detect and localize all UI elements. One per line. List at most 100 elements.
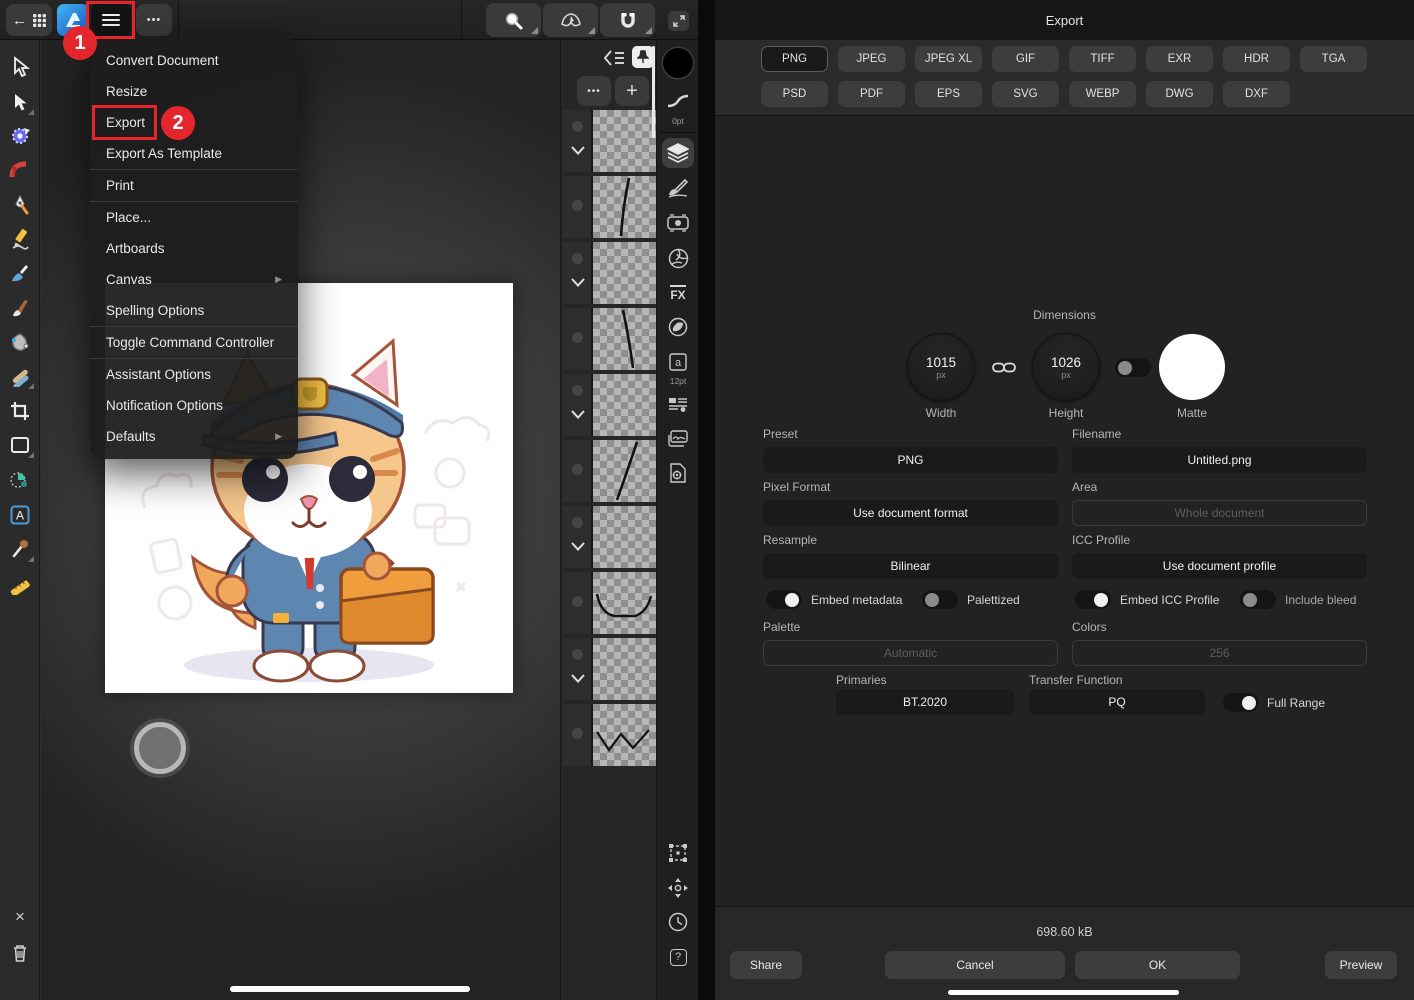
node-tool[interactable] [4,87,36,117]
fill-swatch[interactable] [663,48,693,78]
document-settings-tab[interactable] [662,458,694,488]
layer-row-group[interactable] [563,110,656,172]
chevron-down-icon[interactable] [571,278,585,287]
vector-brush-tool[interactable] [4,258,36,288]
layer-thumbnail[interactable] [593,308,656,370]
resample-select[interactable]: Bilinear [763,553,1058,579]
share-button[interactable]: Share [730,951,802,979]
primaries-select[interactable]: BT.2020 [836,689,1014,715]
paragraph-tab[interactable] [662,390,694,420]
menu-item-spelling-options[interactable]: Spelling Options [90,295,298,326]
navigator-button[interactable] [662,873,694,903]
mask-tab[interactable] [662,312,694,342]
more-commands-button[interactable]: ••• [136,4,172,36]
layer-thumbnail[interactable] [593,176,656,238]
character-tab[interactable]: a [662,347,694,377]
fill-mesh-tool[interactable] [4,327,36,357]
delete-button[interactable] [4,938,36,968]
layer-thumbnail[interactable] [593,110,656,172]
layer-gutter[interactable] [563,572,593,634]
color-picker-tool[interactable] [4,534,36,564]
layers-tab[interactable] [662,138,694,168]
layer-row-group[interactable] [563,242,656,304]
menu-item-assistant-options[interactable]: Assistant Options [90,359,298,390]
transparency-tool[interactable] [4,361,36,391]
format-tiff[interactable]: TIFF [1069,46,1136,72]
view-tool-button[interactable] [543,3,598,37]
layer-gutter[interactable] [563,176,593,238]
layer-gutter[interactable] [563,242,593,304]
stock-tab[interactable] [662,424,694,454]
embed-metadata-toggle[interactable] [766,590,802,609]
layer-gutter[interactable] [563,374,593,436]
zoom-tool-button[interactable] [486,3,541,37]
format-jpeg[interactable]: JPEG [838,46,905,72]
corner-tool[interactable] [4,155,36,185]
pen-tool[interactable] [4,190,36,220]
width-dial[interactable]: 1015 px [907,333,975,401]
filename-input[interactable]: Untitled.png [1072,447,1367,473]
shape-builder-tool[interactable] [4,465,36,495]
history-button[interactable] [662,907,694,937]
layer-gutter[interactable] [563,506,593,568]
stroke-style-button[interactable] [662,86,694,116]
ok-button[interactable]: OK [1075,951,1240,979]
layer-gutter[interactable] [563,638,593,700]
include-bleed-toggle[interactable] [1240,590,1276,609]
embed-icc-toggle[interactable] [1075,590,1111,609]
format-webp[interactable]: WEBP [1069,81,1136,107]
menu-item-artboards[interactable]: Artboards [90,233,298,264]
chevron-down-icon[interactable] [571,146,585,155]
format-psd[interactable]: PSD [761,81,828,107]
menu-item-notification-options[interactable]: Notification Options [90,390,298,421]
help-button[interactable]: ? [662,942,694,972]
menu-item-export-as-template[interactable]: Export As Template [90,138,298,169]
adjustments-tab[interactable] [662,208,694,238]
layer-gutter[interactable] [563,110,593,172]
panel-scrollbar[interactable] [652,46,655,138]
layer-row-group[interactable] [563,638,656,700]
layer-options-button[interactable]: ••• [577,76,611,106]
format-svg[interactable]: SVG [992,81,1059,107]
transfer-function-select[interactable]: PQ [1029,689,1205,715]
chevron-down-icon[interactable] [571,674,585,683]
layer-thumbnail[interactable] [593,704,656,766]
layer-row-group[interactable] [563,506,656,568]
menu-item-convert-document[interactable]: Convert Document [90,45,298,76]
add-layer-button[interactable]: + [615,76,649,106]
home-indicator[interactable] [948,990,1179,995]
menu-item-print[interactable]: Print [90,170,298,201]
pencil-tool[interactable] [4,224,36,254]
chevron-down-icon[interactable] [571,410,585,419]
menu-item-canvas[interactable]: Canvas▶ [90,264,298,295]
layer-gutter[interactable] [563,308,593,370]
layer-thumbnail[interactable] [593,374,656,436]
layer-row-curve[interactable] [563,308,656,370]
horizontal-scrollbar[interactable] [230,986,470,992]
link-dimensions-button[interactable] [991,359,1017,375]
back-gallery-button[interactable]: ← [6,4,52,36]
format-jpegxl[interactable]: JPEG XL [915,46,982,72]
format-tga[interactable]: TGA [1300,46,1367,72]
pin-panel-button[interactable] [632,46,654,68]
layer-row-curve[interactable] [563,176,656,238]
live-filters-tab[interactable] [662,243,694,273]
layer-row-group[interactable] [563,374,656,436]
layer-gutter[interactable] [563,704,593,766]
move-tool[interactable] [4,52,36,82]
close-document-button[interactable]: × [4,902,36,932]
layer-row-curve[interactable] [563,440,656,502]
collapse-panel-button[interactable] [601,48,629,68]
menu-item-resize[interactable]: Resize [90,76,298,107]
palettized-toggle[interactable] [922,590,958,609]
format-hdr[interactable]: HDR [1223,46,1290,72]
rectangle-tool[interactable] [4,430,36,460]
point-transform-tool[interactable] [4,121,36,151]
format-eps[interactable]: EPS [915,81,982,107]
format-pdf[interactable]: PDF [838,81,905,107]
preview-button[interactable]: Preview [1325,951,1397,979]
layer-thumbnail[interactable] [593,572,656,634]
matte-color-well[interactable] [1159,334,1225,400]
ruler-tool[interactable] [4,569,36,599]
format-png[interactable]: PNG [761,46,828,72]
